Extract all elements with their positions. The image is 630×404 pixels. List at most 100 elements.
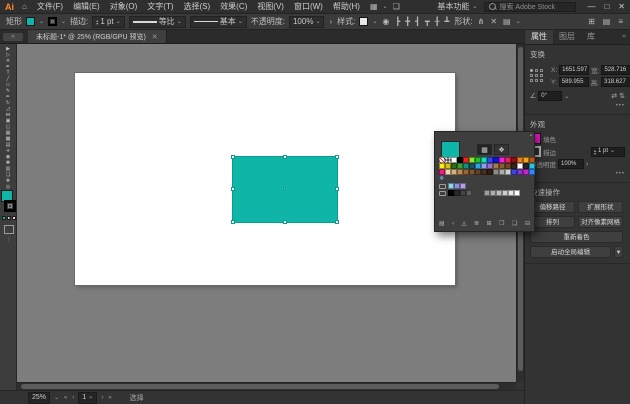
stroke-weight-value[interactable]: 1 pt — [100, 17, 113, 26]
reference-point-selector[interactable] — [530, 68, 545, 84]
new-color-group-icon[interactable]: ⊞ — [487, 221, 492, 228]
edit-toolbar-icon[interactable]: ⋮ — [6, 236, 12, 243]
arrange-documents-grid-icon[interactable]: ⊞ — [587, 17, 596, 26]
graphic-style-swatch[interactable] — [359, 17, 369, 26]
horizontal-scrollbar[interactable] — [17, 382, 516, 390]
swatch-kinds-icon[interactable]: ❖ — [439, 176, 444, 182]
arrange-documents-icon[interactable]: ▦ — [368, 2, 380, 11]
offset-path-button[interactable]: 偏移路径 — [530, 201, 575, 213]
align-left-icon[interactable]: ┣ — [394, 17, 401, 26]
select-similar-caret-icon[interactable]: ⌄ — [516, 18, 521, 25]
panel-collapse-icon[interactable]: ▪ — [530, 133, 532, 139]
menu-item[interactable]: 选择(S) — [179, 1, 216, 12]
document-layout-icon[interactable]: ▤ — [602, 17, 612, 26]
fill-color-swatch[interactable] — [26, 17, 35, 26]
panel-menu-icon[interactable]: ≡ — [617, 17, 624, 26]
height-field[interactable]: 318.627 — [601, 77, 630, 87]
align-pixel-grid-button[interactable]: 对齐像素网格 — [578, 216, 623, 228]
new-swatch-icon[interactable]: ❏ — [512, 221, 517, 228]
first-artboard-icon[interactable]: « — [63, 395, 68, 401]
isolate-object-icon[interactable]: ✕ — [489, 17, 498, 26]
screen-mode-button[interactable] — [4, 225, 14, 234]
stock-search-input[interactable]: 搜索 Adobe Stock — [484, 1, 577, 12]
arrange-button[interactable]: 排列 — [530, 216, 575, 228]
y-field[interactable]: 589.955 — [558, 77, 589, 87]
transform-more-options[interactable]: ••• — [530, 103, 625, 109]
selection-handle[interactable] — [335, 187, 339, 191]
flip-vertical-icon[interactable]: ⇅ — [619, 92, 625, 100]
brush-definition-select[interactable]: 基本 ⌄ — [189, 15, 247, 28]
menu-item[interactable]: 帮助(H) — [328, 1, 365, 12]
selection-handle[interactable] — [231, 155, 235, 159]
global-edit-caret-icon[interactable]: ▾ — [614, 246, 623, 258]
home-icon[interactable]: ⌂ — [20, 2, 29, 11]
gradient-button[interactable] — [7, 216, 11, 220]
none-button[interactable] — [12, 216, 16, 220]
align-center-v-icon[interactable]: ╂ — [434, 17, 441, 26]
stroke-caret-icon[interactable]: ⌄ — [61, 18, 66, 25]
color-button[interactable] — [2, 216, 6, 220]
open-library-icon[interactable]: ❒ — [499, 221, 504, 228]
menu-item[interactable]: 视图(V) — [252, 1, 289, 12]
color-themes-icon[interactable]: ◬ — [462, 221, 467, 228]
swatch[interactable] — [460, 183, 466, 189]
tab-layers[interactable]: 图层 — [553, 30, 581, 44]
fill-caret-icon[interactable]: ⌄ — [39, 18, 44, 25]
workspace-switcher[interactable]: 基本功能 ⌄ — [437, 1, 477, 12]
menu-item[interactable]: 文件(F) — [32, 1, 68, 12]
previous-artboard-icon[interactable]: ‹ — [71, 395, 75, 401]
last-artboard-icon[interactable]: » — [107, 395, 112, 401]
select-similar-icon[interactable]: ▤ — [502, 17, 512, 26]
swatch-libraries-icon[interactable]: ▤ — [439, 221, 445, 228]
selection-handle[interactable] — [283, 220, 287, 224]
zoom-caret-icon[interactable]: ⌄ — [53, 394, 60, 401]
restore-button[interactable]: □ — [604, 2, 609, 11]
appearance-more-options[interactable]: ••• — [530, 171, 625, 177]
opacity-value[interactable]: 100% — [293, 17, 313, 26]
chevron-down-icon[interactable]: ⌄ — [116, 18, 121, 25]
toolbar-collapse-icon[interactable]: « — [3, 33, 23, 41]
style-caret-icon[interactable]: ⌄ — [372, 18, 377, 25]
menu-item[interactable]: 效果(C) — [215, 1, 252, 12]
global-edit-button[interactable]: 启动全局编辑 — [530, 246, 611, 258]
flip-horizontal-icon[interactable]: ⇄ — [611, 92, 617, 100]
opacity-expand-icon[interactable]: › — [328, 17, 333, 26]
close-document-icon[interactable]: ✕ — [152, 33, 158, 41]
align-center-h-icon[interactable]: ╋ — [404, 17, 411, 26]
opacity-field[interactable]: 100% — [558, 159, 584, 169]
color-group-folder-icon[interactable] — [439, 190, 446, 196]
document-tab[interactable]: 未标题-1* @ 25% (RGB/GPU 预览) ✕ — [28, 30, 167, 43]
horizontal-scrollbar-thumb[interactable] — [21, 384, 499, 389]
tab-libraries[interactable]: 库 — [581, 30, 601, 44]
toolbar-stroke-swatch[interactable] — [4, 200, 16, 212]
opacity-input[interactable]: 100% ⌄ — [288, 15, 325, 28]
x-field[interactable]: 1651.597 — [559, 65, 590, 75]
width-field[interactable]: 528.716 — [601, 65, 630, 75]
selection-handle[interactable] — [231, 187, 235, 191]
recolor-button[interactable]: 重新着色 — [530, 231, 623, 243]
angle-caret-icon[interactable]: ⌄ — [564, 93, 569, 100]
zoom-level-select[interactable]: 25% — [28, 391, 51, 404]
swatch[interactable] — [514, 190, 520, 196]
swatch-options-icon[interactable]: ≣ — [474, 221, 479, 228]
menu-item[interactable]: 窗口(W) — [289, 1, 328, 12]
width-profile-select[interactable]: 等比 ⌄ — [128, 15, 186, 28]
stroke-weight-field[interactable]: ▴ ▾ 1 pt ⌄ — [591, 146, 625, 157]
illustrator-logo[interactable]: Ai — [5, 2, 14, 12]
chevron-down-icon[interactable]: ⌄ — [315, 18, 320, 25]
delete-swatch-icon[interactable]: ⊟ — [525, 221, 530, 228]
selection-handle[interactable] — [335, 155, 339, 159]
minimize-button[interactable]: — — [587, 2, 595, 11]
align-right-icon[interactable]: ┫ — [414, 17, 421, 26]
opacity-expand-icon[interactable]: › — [586, 161, 588, 168]
stepper-arrows-icon[interactable]: ▴ ▾ — [594, 148, 596, 155]
stroke-weight-stepper[interactable]: ▴ ▾ 1 pt ⌄ — [92, 15, 125, 28]
arrange-documents-caret-icon[interactable]: ⌄ — [383, 3, 388, 10]
swatches-tab-icon[interactable]: ▦ — [477, 144, 492, 155]
stroke-color-swatch[interactable] — [48, 17, 58, 26]
menu-item[interactable]: 编辑(E) — [68, 1, 105, 12]
artboard-select[interactable]: 1 ⌄ — [78, 391, 98, 404]
next-artboard-icon[interactable]: › — [100, 395, 104, 401]
share-document-icon[interactable]: ❏ — [391, 2, 402, 11]
selection-handle[interactable] — [283, 155, 287, 159]
